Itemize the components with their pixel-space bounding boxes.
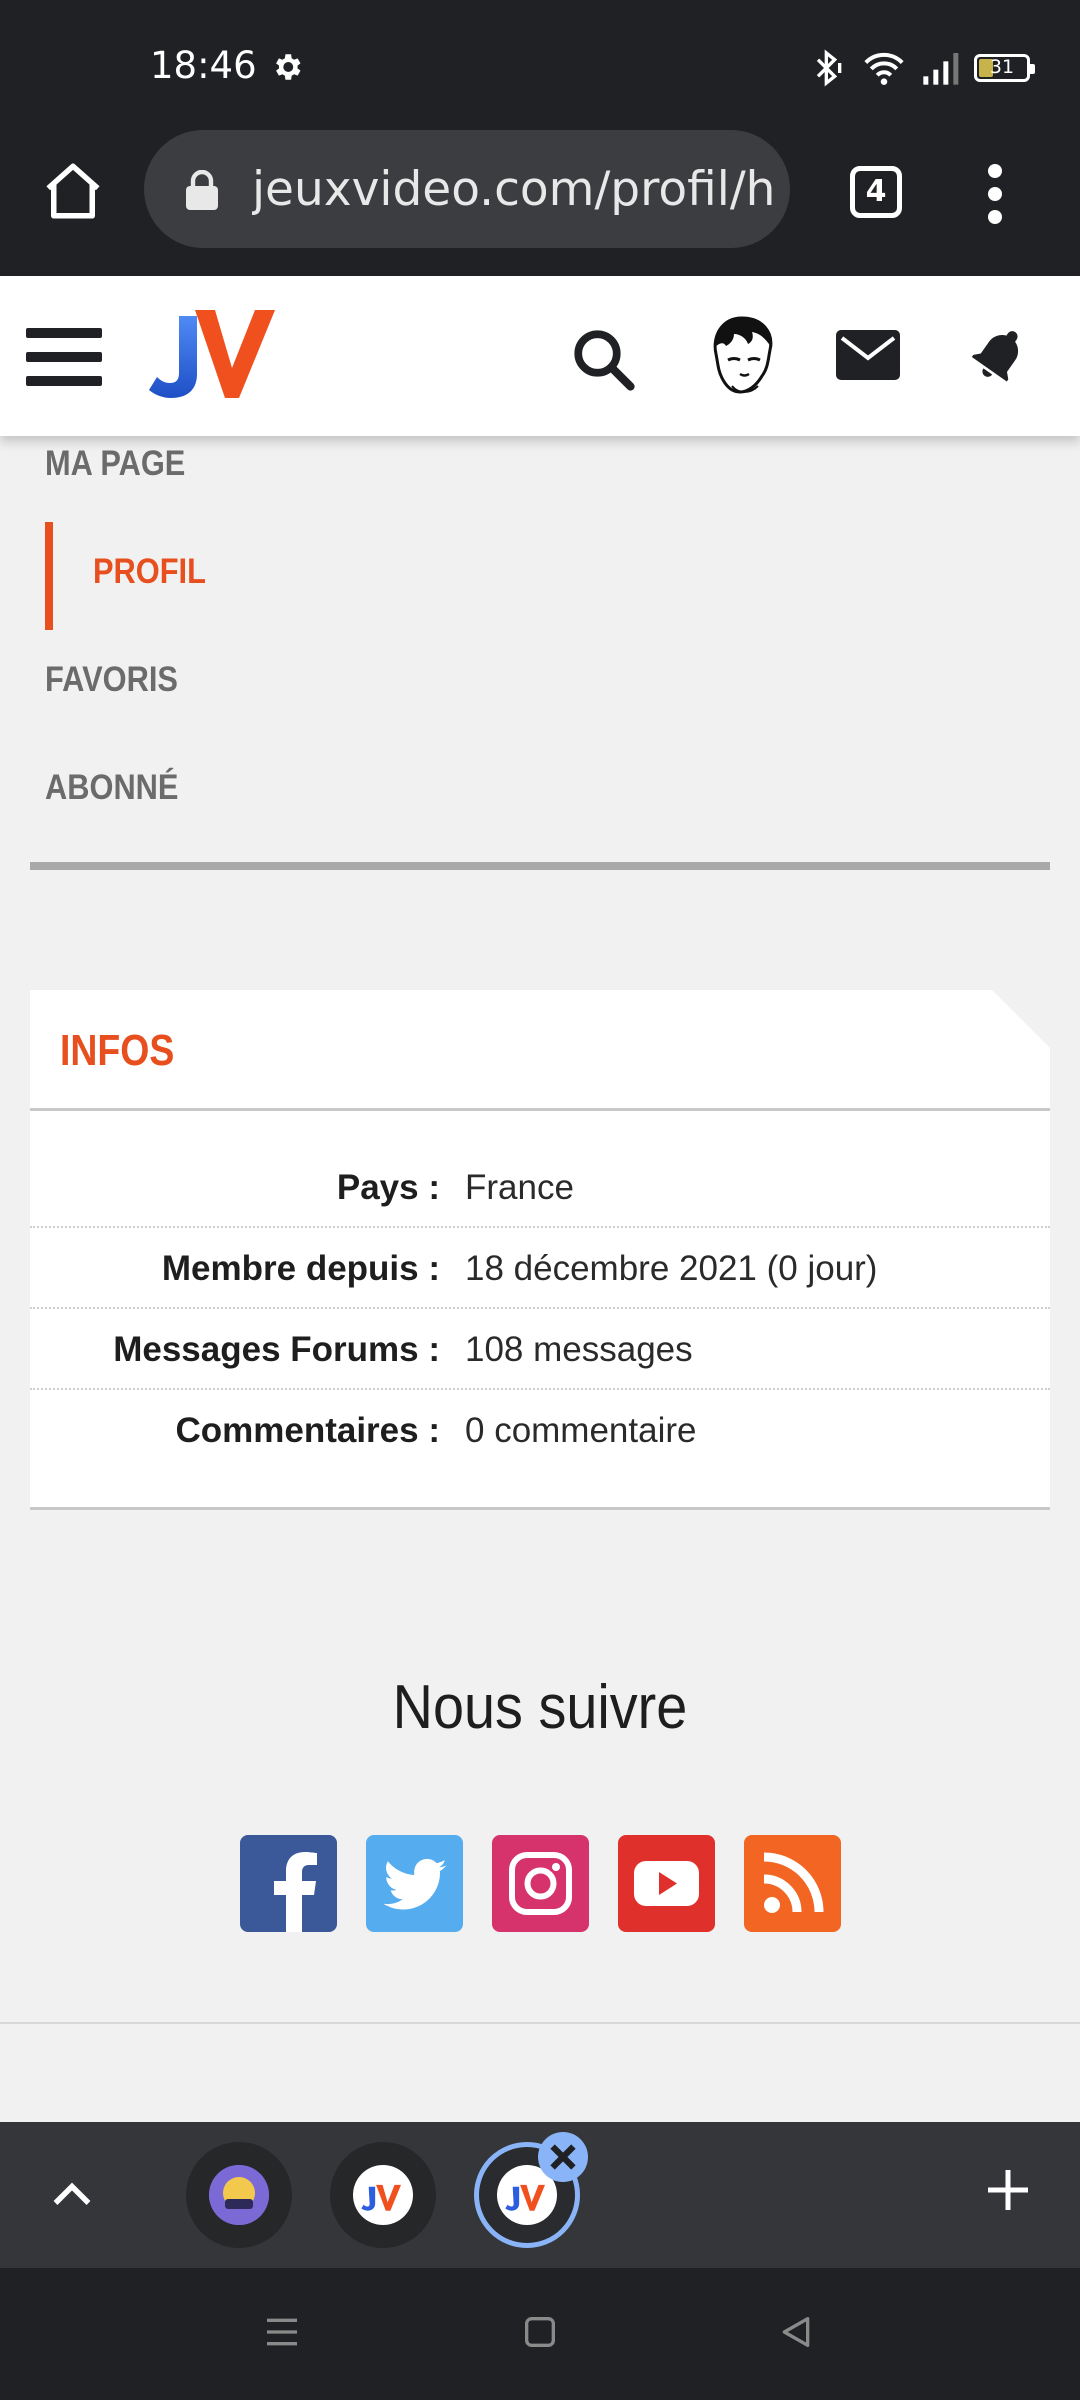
battery-percent: 31 bbox=[989, 56, 1015, 78]
home-icon[interactable] bbox=[40, 158, 106, 224]
infos-title: INFOS bbox=[60, 1026, 175, 1075]
info-value: France bbox=[465, 1168, 574, 1207]
close-tab-icon[interactable] bbox=[538, 2132, 588, 2182]
tab-thumb-2[interactable] bbox=[330, 2142, 436, 2248]
bluetooth-icon bbox=[816, 49, 842, 87]
info-value: 0 commentaire bbox=[465, 1411, 697, 1450]
lock-icon bbox=[186, 170, 218, 210]
rss-icon[interactable] bbox=[744, 1835, 841, 1932]
jv-logo[interactable] bbox=[145, 306, 275, 402]
status-bar: 18:46 31 bbox=[0, 0, 1080, 130]
info-label: Commentaires : bbox=[175, 1411, 440, 1450]
infos-card: INFOS Pays : France Membre depuis : 18 d… bbox=[30, 989, 1051, 1510]
tab-thumb-1[interactable] bbox=[186, 2142, 292, 2248]
twitter-icon[interactable] bbox=[366, 1835, 463, 1932]
instagram-icon[interactable] bbox=[492, 1835, 589, 1932]
gear-icon bbox=[276, 54, 301, 80]
info-row-membre-depuis: Membre depuis : 18 décembre 2021 (0 jour… bbox=[30, 1229, 1050, 1309]
signal-icon bbox=[923, 53, 959, 85]
nav-favoris[interactable]: FAVORIS bbox=[45, 660, 178, 700]
back-icon[interactable] bbox=[776, 2312, 816, 2352]
nav-abonne[interactable]: ABONNÉ bbox=[45, 768, 178, 808]
chevron-up-icon[interactable] bbox=[50, 2172, 94, 2212]
footer-divider bbox=[0, 2022, 1080, 2024]
nav-profil[interactable]: PROFIL bbox=[93, 552, 206, 592]
info-row-messages-forums: Messages Forums : 108 messages bbox=[30, 1310, 1050, 1390]
facebook-icon[interactable] bbox=[240, 1835, 337, 1932]
tab-switcher-icon[interactable]: 4 bbox=[850, 166, 902, 218]
info-label: Messages Forums : bbox=[113, 1330, 440, 1369]
wifi-icon bbox=[864, 52, 904, 85]
info-row-commentaires: Commentaires : 0 commentaire bbox=[30, 1391, 1050, 1471]
hamburger-icon[interactable] bbox=[26, 328, 102, 386]
battery-tip bbox=[1030, 64, 1035, 74]
mail-icon[interactable] bbox=[836, 330, 900, 380]
info-row-pays: Pays : France bbox=[30, 1148, 1050, 1228]
more-vert-icon[interactable] bbox=[985, 164, 1005, 224]
follow-title: Nous suivre bbox=[392, 1673, 688, 1742]
recents-icon[interactable] bbox=[262, 2312, 302, 2352]
avatar[interactable] bbox=[702, 314, 782, 400]
site-header bbox=[0, 276, 1080, 436]
tab-favicon bbox=[353, 2165, 413, 2225]
infos-separator bbox=[30, 1108, 1050, 1111]
info-label: Membre depuis : bbox=[161, 1249, 440, 1288]
new-tab-icon[interactable] bbox=[984, 2166, 1032, 2214]
bell-icon[interactable] bbox=[968, 322, 1032, 386]
nav-active-indicator bbox=[45, 522, 53, 630]
status-time: 18:46 bbox=[150, 44, 257, 87]
address-bar[interactable]: jeuxvideo.com/profil/haa bbox=[144, 130, 790, 248]
nav-ma-page[interactable]: MA PAGE bbox=[45, 444, 185, 484]
info-value: 18 décembre 2021 (0 jour) bbox=[465, 1249, 878, 1288]
search-icon[interactable] bbox=[570, 326, 636, 392]
tab-favicon bbox=[209, 2165, 269, 2225]
system-nav-bar bbox=[0, 2268, 1080, 2400]
tab-strip bbox=[0, 2122, 1080, 2268]
url-text: jeuxvideo.com/profil/haa bbox=[252, 162, 772, 217]
youtube-icon[interactable] bbox=[618, 1835, 715, 1932]
card-corner bbox=[991, 989, 1051, 1049]
home-nav-icon[interactable] bbox=[520, 2312, 560, 2352]
browser-toolbar: jeuxvideo.com/profil/haa 4 bbox=[0, 130, 1080, 276]
info-value: 108 messages bbox=[465, 1330, 693, 1369]
battery-icon: 31 bbox=[974, 54, 1035, 82]
info-label: Pays : bbox=[336, 1168, 440, 1207]
nav-divider bbox=[30, 862, 1050, 870]
